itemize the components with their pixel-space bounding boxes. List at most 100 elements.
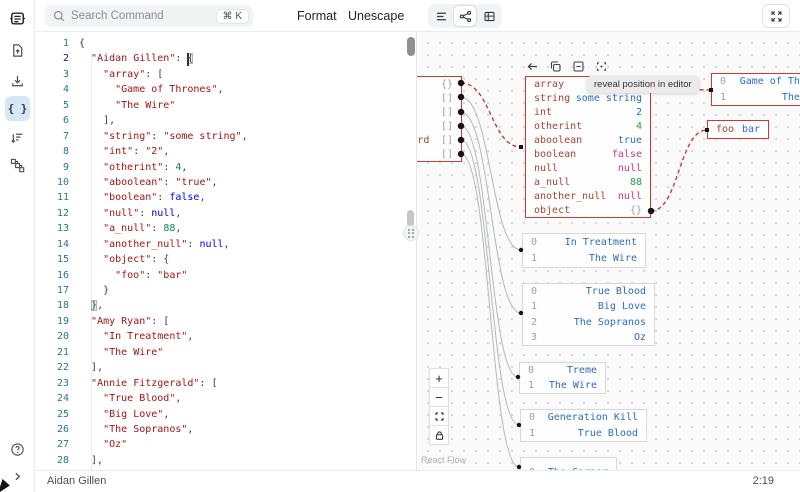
graph-node-array-got[interactable]: 0Game of Thrones1The Wire	[711, 73, 800, 106]
line-number: 2	[35, 51, 69, 66]
graph-view-button[interactable]	[454, 6, 476, 26]
tooltip: reveal position in editor	[587, 76, 699, 93]
line-number: 13	[35, 221, 69, 236]
chevron-right-icon	[11, 470, 24, 483]
code-line: 13 "a_null": 88,	[35, 221, 406, 236]
format-button[interactable]: Format	[297, 0, 337, 32]
help-icon	[10, 442, 25, 457]
reveal-position-icon[interactable]	[594, 59, 608, 73]
code-line: 7 "string": "some string",	[35, 129, 406, 144]
search-shortcut-badge: ⌘ K	[217, 10, 248, 23]
fullscreen-button[interactable]	[762, 4, 790, 28]
sidebar-item-transform[interactable]	[5, 126, 30, 151]
collapse-node-icon[interactable]	[571, 59, 585, 73]
fullscreen-icon	[770, 10, 783, 23]
lock-icon	[434, 430, 445, 441]
line-number: 15	[35, 252, 69, 267]
download-icon	[10, 73, 25, 88]
code-line: 22 ],	[35, 360, 406, 375]
line-number: 17	[35, 283, 69, 298]
code-line: 4 "Game of Thrones",	[35, 82, 406, 97]
node-row: 1The Wire	[520, 380, 605, 391]
cursor-position: 2:19	[753, 475, 774, 487]
download-button[interactable]	[5, 68, 30, 93]
line-number: 4	[35, 82, 69, 97]
node-row: a_null88	[526, 177, 650, 188]
line-number: 24	[35, 391, 69, 406]
node-row: 0Treme	[520, 365, 605, 376]
help-button[interactable]	[5, 437, 30, 462]
code-line: 15 "object": {	[35, 252, 406, 267]
back-icon[interactable]	[525, 59, 539, 73]
text-cursor	[187, 53, 189, 66]
json-braces-icon: { }	[8, 102, 28, 115]
line-number: 23	[35, 376, 69, 391]
graph-canvas[interactable]: reveal position in editor + − React Flow…	[417, 32, 800, 470]
zoom-in-button[interactable]: +	[429, 368, 449, 388]
line-number: 20	[35, 329, 69, 344]
editor-scrollbar-thumb[interactable]	[407, 37, 415, 56]
graph-node-array-alexander-skarsgard[interactable]: 0Generation Kill 1True Blood	[520, 409, 647, 442]
line-number: 8	[35, 144, 69, 159]
graph-node-array-anwan-glover[interactable]: 0Treme 1The Wire	[519, 362, 606, 394]
code-line: 10 "aboolean": "true",	[35, 175, 406, 190]
duplicate-icon[interactable]	[548, 59, 562, 73]
line-number: 26	[35, 422, 69, 437]
sidebar-item-graph[interactable]	[5, 153, 30, 178]
json-code-editor[interactable]: 1{2 "Aidan Gillen": {3 "array": [4 "Game…	[35, 32, 406, 470]
fit-view-button[interactable]	[429, 406, 449, 426]
code-line: 28 ],	[35, 453, 406, 468]
react-flow-attribution: React Flow	[421, 455, 466, 465]
node-row: another_nullnull	[526, 191, 650, 202]
line-number: 28	[35, 453, 69, 468]
line-number: 10	[35, 175, 69, 190]
node-toolbar	[525, 59, 608, 73]
app-logo[interactable]	[5, 6, 30, 31]
line-number: 21	[35, 345, 69, 360]
line-number: 9	[35, 160, 69, 175]
flow-controls: + −	[429, 369, 449, 445]
node-row: otherint4	[526, 121, 650, 132]
node-row: 2The Sopranos	[523, 317, 654, 328]
node-row: object{}	[526, 205, 650, 216]
graph-node-root[interactable]: Aidan Gillen{}Amy Ryan[]Annie Fitzgerald…	[417, 76, 462, 162]
transform-icon	[10, 131, 25, 146]
node-row: 0Generation Kill	[521, 412, 646, 423]
line-number: 11	[35, 190, 69, 205]
pane-divider	[406, 32, 417, 470]
graph-node-array-amy-ryan[interactable]: 0In Treatment1The Wire	[522, 233, 646, 268]
code-line: 16 "foo": "bar"	[35, 268, 406, 283]
line-number: 18	[35, 298, 69, 313]
node-row: 0True Blood	[523, 286, 654, 297]
code-lines: 1{2 "Aidan Gillen": {3 "array": [4 "Game…	[35, 36, 406, 470]
node-row: abooleantrue	[526, 135, 650, 146]
table-view-button[interactable]	[478, 6, 500, 26]
code-line: 20 "In Treatment",	[35, 329, 406, 344]
code-line: 26 "The Sopranos",	[35, 422, 406, 437]
line-number: 7	[35, 129, 69, 144]
code-line: 5 "The Wire"	[35, 98, 406, 113]
search-placeholder: Search Command	[71, 10, 217, 22]
status-bar: Aidan Gillen 2:19	[35, 470, 800, 492]
code-line: 14 "another_null": null,	[35, 237, 406, 252]
list-view-button[interactable]	[430, 6, 452, 26]
graph-node-array-clarke-peters[interactable]: 0The Corner	[520, 457, 617, 470]
unescape-button[interactable]: Unescape	[348, 0, 404, 32]
zoom-out-button[interactable]: −	[429, 387, 449, 407]
graph-node-object-foo[interactable]: foobar	[707, 120, 769, 139]
line-number: 1	[35, 36, 69, 51]
node-row: booleanfalse	[526, 149, 650, 160]
resize-grip[interactable]	[403, 225, 419, 241]
code-line: 9 "otherint": 4,	[35, 160, 406, 175]
lock-button[interactable]	[429, 425, 449, 445]
graph-node-selected-object[interactable]: array[]stringsome stringint2otherint4abo…	[525, 76, 651, 218]
line-number: 6	[35, 113, 69, 128]
node-row: stringsome string	[526, 93, 650, 104]
import-file-button[interactable]	[5, 38, 30, 63]
import-file-icon	[10, 43, 25, 58]
node-row: 1True Blood	[521, 428, 646, 439]
sidebar-item-json-editor[interactable]: { }	[5, 96, 30, 121]
node-row: Annie Fitzgerald[]	[417, 107, 461, 118]
search-command-input[interactable]: Search Command ⌘ K	[45, 5, 253, 27]
graph-node-array-annie-fitzgerald[interactable]: 0True Blood1Big Love2The Sopranos3Oz	[522, 283, 655, 346]
